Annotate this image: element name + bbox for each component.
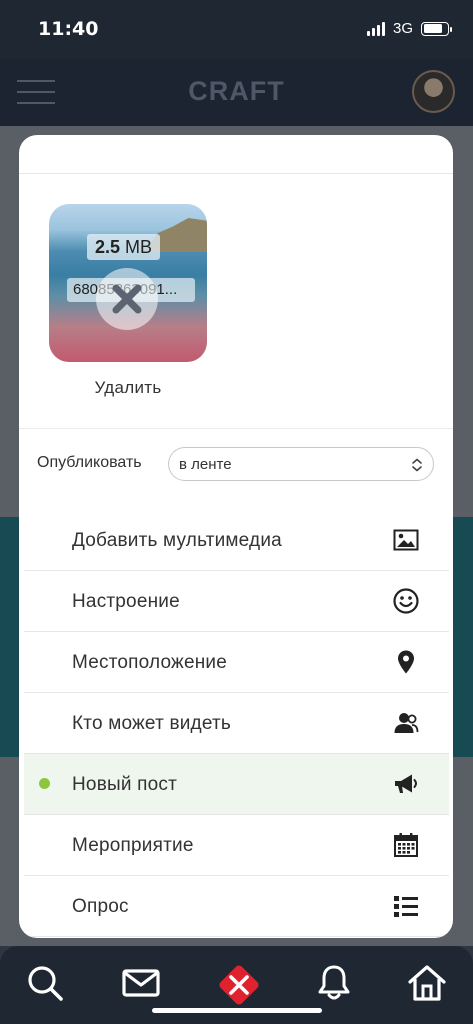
menu-item-new-post[interactable]: Новый пост [24, 754, 449, 815]
menu-item-mood[interactable]: Настроение [24, 571, 449, 632]
menu-item-poll[interactable]: Опрос [24, 876, 449, 937]
publish-select[interactable]: в ленте [168, 447, 434, 481]
bell-icon[interactable] [314, 963, 354, 1003]
status-bar: 11:40 3G [0, 0, 473, 58]
location-pin-icon [398, 650, 414, 674]
smiley-icon [393, 588, 419, 614]
signal-icon [366, 21, 385, 36]
list-icon [394, 896, 418, 917]
mail-icon[interactable] [121, 963, 161, 1003]
network-type: 3G [392, 20, 413, 37]
app-header: CRAFT [0, 58, 473, 126]
publish-label: Опубликовать [37, 454, 142, 471]
megaphone-icon [395, 774, 417, 793]
app-logo: CRAFT [188, 76, 285, 106]
menu-item-event[interactable]: Мероприятие [24, 815, 449, 876]
menu-item-location[interactable]: Местоположение [24, 632, 449, 693]
image-icon [393, 529, 419, 551]
search-icon[interactable] [25, 963, 65, 1003]
remove-media-label[interactable]: Удалить [49, 378, 207, 398]
close-icon[interactable] [214, 960, 264, 1010]
modal-divider [19, 173, 453, 174]
battery-icon [421, 21, 452, 36]
home-indicator [152, 1008, 322, 1013]
bottom-tab-bar [0, 946, 473, 1024]
menu-item-visibility[interactable]: Кто может видеть [24, 693, 449, 754]
divider [19, 428, 453, 429]
calendar-icon [394, 833, 418, 857]
active-indicator [39, 778, 50, 789]
publish-select-value: в ленте [179, 456, 232, 473]
home-icon[interactable] [407, 963, 447, 1003]
media-thumbnail: 2.5 MB 68085863091... [49, 204, 207, 362]
status-indicators: 3G [366, 20, 452, 37]
close-icon [112, 284, 142, 314]
post-options-modal: 2.5 MB 68085863091... Удалить Опубликова… [19, 135, 453, 938]
menu-item-add-media[interactable]: Добавить мультимедиа [24, 510, 449, 571]
post-options-menu: Добавить мультимедиа Настроение Местопол… [24, 510, 449, 937]
status-time: 11:40 [38, 18, 99, 40]
remove-media-button[interactable] [96, 268, 158, 330]
media-size: 2.5 MB [87, 234, 161, 260]
chevron-updown-icon [412, 458, 422, 472]
avatar[interactable] [412, 70, 455, 113]
user-group-icon [394, 713, 419, 733]
